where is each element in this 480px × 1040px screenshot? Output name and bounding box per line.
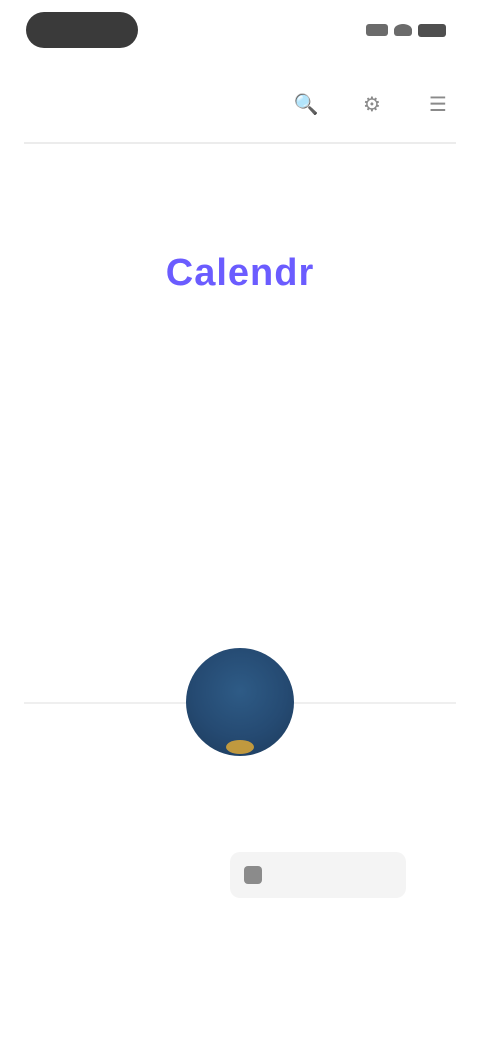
status-bar <box>0 0 480 64</box>
status-icons <box>356 22 446 38</box>
status-time-pill <box>26 12 138 48</box>
header-divider <box>24 142 456 144</box>
signal-icon <box>366 24 388 36</box>
brand-title: Calendr <box>165 252 315 294</box>
top-app-bar: 🔍 ⚙ ☰ <box>0 80 480 128</box>
battery-icon <box>418 23 446 37</box>
app-screen: 🔍 ⚙ ☰ Calendr <box>0 0 480 1040</box>
avatar[interactable] <box>186 648 294 756</box>
wifi-icon <box>394 24 412 36</box>
google-icon <box>244 866 262 884</box>
search-icon[interactable]: 🔍 <box>294 92 319 116</box>
avatar-glow <box>226 740 254 754</box>
settings-icon[interactable]: ⚙ <box>360 92 384 116</box>
primary-button[interactable] <box>230 852 406 898</box>
menu-icon[interactable]: ☰ <box>426 92 450 116</box>
